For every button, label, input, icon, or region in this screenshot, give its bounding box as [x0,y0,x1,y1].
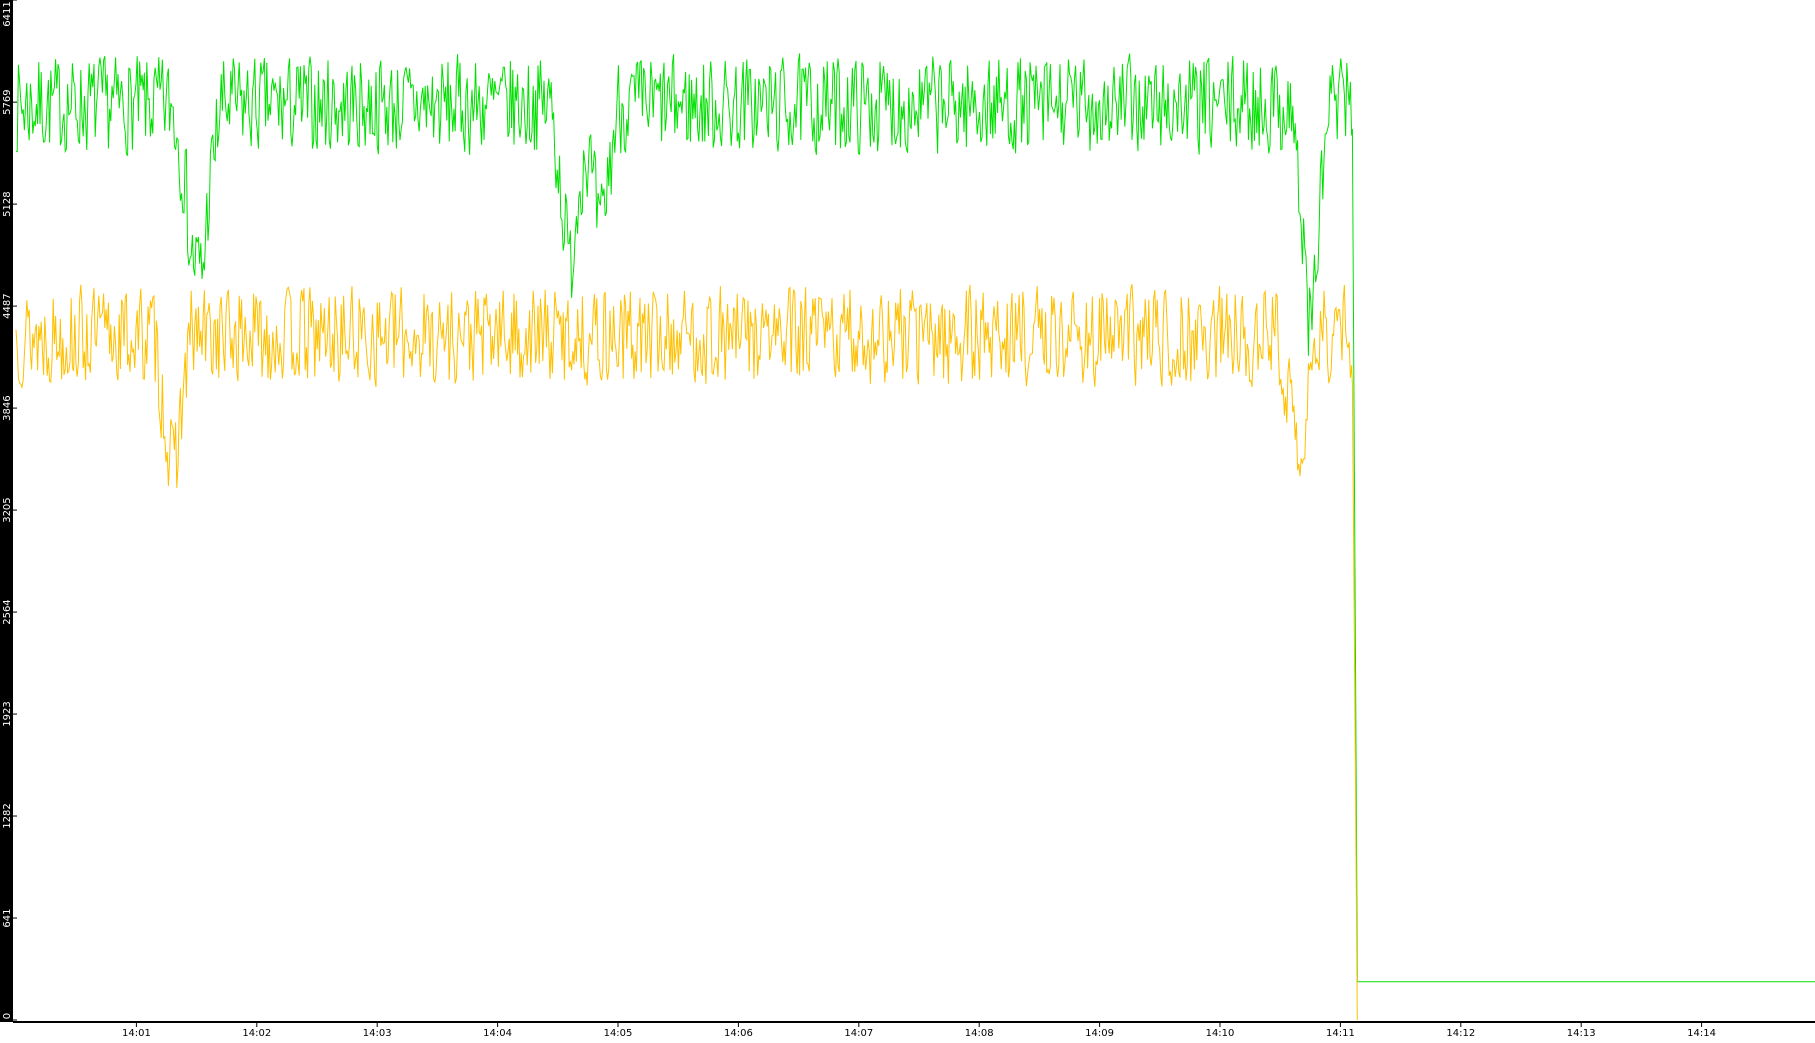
chart-svg: 0 641 1282 1923 2564 3205 3846 4487 5128 5769 6411… [0,0,1815,1039]
x-tick-label: 14:08 [965,1028,994,1039]
y-tick-label: 641 [2,908,13,927]
x-tick-label: 14:14 [1687,1028,1716,1039]
y-tick-label: 5128 [2,191,13,216]
y-tick-label: 3205 [2,497,13,522]
y-tick-label: 5769 [2,89,13,114]
y-tick-label: 1923 [2,701,13,726]
y-tick-label: 4487 [2,293,13,318]
y-tick-label: 3846 [2,395,13,420]
x-tick-label: 14:10 [1206,1028,1235,1039]
x-tick-label: 14:13 [1567,1028,1596,1039]
plot-background [0,0,1815,1039]
y-tick-label: 6411 [2,1,13,26]
x-tick-label: 14:05 [604,1028,633,1039]
y-tick-label: 1282 [2,803,13,828]
x-tick-label: 14:09 [1085,1028,1114,1039]
x-tick-label: 14:11 [1326,1028,1355,1039]
x-tick-label: 14:04 [483,1028,512,1039]
x-tick-label: 14:06 [724,1028,753,1039]
x-tick-label: 14:07 [844,1028,873,1039]
x-tick-label: 14:12 [1446,1028,1475,1039]
x-tick-label: 14:02 [242,1028,271,1039]
y-tick-label: 0 [2,1013,13,1019]
y-tick-label: 2564 [2,599,13,624]
x-tick-label: 14:03 [363,1028,392,1039]
chart: 0 641 1282 1923 2564 3205 3846 4487 5128 5769 6411… [0,0,1815,1039]
x-tick-label: 14:01 [122,1028,151,1039]
